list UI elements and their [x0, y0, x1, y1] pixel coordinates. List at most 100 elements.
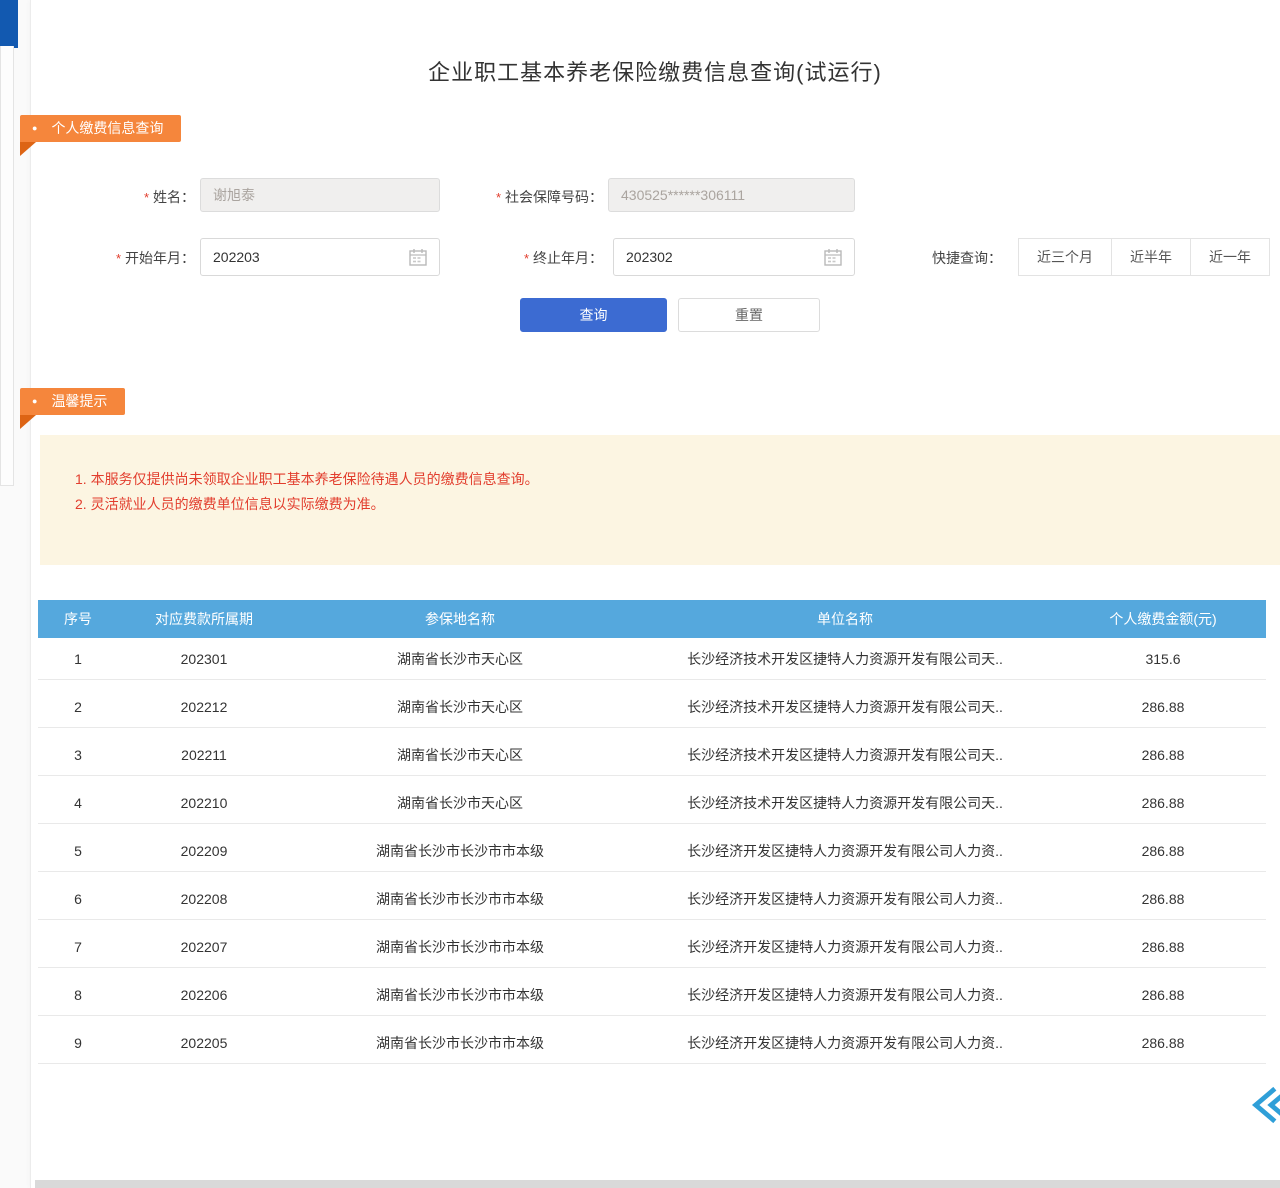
cell-company: 长沙经济技术开发区捷特人力资源开发有限公司天.. [630, 793, 1060, 813]
cell-amount: 286.88 [1060, 843, 1266, 859]
cell-seq: 6 [38, 891, 118, 907]
cell-amount: 286.88 [1060, 987, 1266, 1003]
table-row: 6 202208 湖南省长沙市长沙市市本级 长沙经济开发区捷特人力资源开发有限公… [38, 878, 1266, 920]
notice-line: 1. 本服务仅提供尚未领取企业职工基本养老保险待遇人员的缴费信息查询。 [75, 467, 539, 492]
quick-query-label: 快捷查询： [932, 248, 1002, 268]
section-badge-query-label: 个人缴费信息查询 [51, 120, 163, 136]
cell-company: 长沙经济开发区捷特人力资源开发有限公司人力资.. [630, 1033, 1060, 1053]
table-row: 9 202205 湖南省长沙市长沙市市本级 长沙经济开发区捷特人力资源开发有限公… [38, 1022, 1266, 1064]
cell-company: 长沙经济技术开发区捷特人力资源开发有限公司天.. [630, 649, 1060, 669]
cell-region: 湖南省长沙市长沙市市本级 [290, 841, 630, 861]
table-row: 7 202207 湖南省长沙市长沙市市本级 长沙经济开发区捷特人力资源开发有限公… [38, 926, 1266, 968]
table-header-cell: 对应费款所属期 [118, 609, 290, 629]
quick-range-button[interactable]: 近三个月 [1018, 238, 1112, 276]
cell-amount: 286.88 [1060, 891, 1266, 907]
table-row: 1 202301 湖南省长沙市天心区 长沙经济技术开发区捷特人力资源开发有限公司… [38, 638, 1266, 680]
required-asterisk: * [496, 190, 501, 205]
cell-amount: 286.88 [1060, 747, 1266, 763]
page: 企业职工基本养老保险缴费信息查询(试运行) ● 个人缴费信息查询 *姓名： *社会… [0, 0, 1280, 1188]
cell-seq: 7 [38, 939, 118, 955]
cell-period: 202209 [118, 843, 290, 859]
start-month-label: *开始年月： [75, 248, 195, 268]
end-month-label: *终止年月： [490, 248, 603, 268]
page-title: 企业职工基本养老保险缴费信息查询(试运行) [30, 55, 1280, 87]
cell-seq: 2 [38, 699, 118, 715]
ssn-label: *社会保障号码： [455, 187, 603, 207]
quick-range-button[interactable]: 近半年 [1111, 238, 1191, 276]
table-row: 5 202209 湖南省长沙市长沙市市本级 长沙经济开发区捷特人力资源开发有限公… [38, 830, 1266, 872]
cell-period: 202208 [118, 891, 290, 907]
cell-period: 202207 [118, 939, 290, 955]
table-row: 2 202212 湖南省长沙市天心区 长沙经济技术开发区捷特人力资源开发有限公司… [38, 686, 1266, 728]
cell-seq: 3 [38, 747, 118, 763]
quick-range-button[interactable]: 近一年 [1190, 238, 1270, 276]
cell-amount: 315.6 [1060, 651, 1266, 667]
cell-seq: 8 [38, 987, 118, 1003]
required-asterisk: * [524, 251, 529, 266]
notice-line: 2. 灵活就业人员的缴费单位信息以实际缴费为准。 [75, 492, 539, 517]
section-badge-tips: ● 温馨提示 [20, 388, 125, 415]
cell-region: 湖南省长沙市天心区 [290, 793, 630, 813]
calendar-icon[interactable] [408, 247, 428, 267]
table-header-cell: 序号 [38, 609, 118, 629]
cell-amount: 286.88 [1060, 1035, 1266, 1051]
end-month-input[interactable] [613, 238, 855, 276]
cell-period: 202210 [118, 795, 290, 811]
bullet-icon: ● [32, 388, 37, 415]
table-header-row: 序号对应费款所属期参保地名称单位名称个人缴费金额(元) [38, 600, 1266, 638]
section-badge-query: ● 个人缴费信息查询 [20, 115, 181, 142]
notice-lines: 1. 本服务仅提供尚未领取企业职工基本养老保险待遇人员的缴费信息查询。2. 灵活… [75, 467, 539, 517]
cell-region: 湖南省长沙市长沙市市本级 [290, 1033, 630, 1053]
cell-company: 长沙经济技术开发区捷特人力资源开发有限公司天.. [630, 745, 1060, 765]
table-header-cell: 个人缴费金额(元) [1060, 609, 1266, 629]
cell-region: 湖南省长沙市天心区 [290, 697, 630, 717]
cell-amount: 286.88 [1060, 699, 1266, 715]
cell-company: 长沙经济技术开发区捷特人力资源开发有限公司天.. [630, 697, 1060, 717]
cell-seq: 9 [38, 1035, 118, 1051]
cell-company: 长沙经济开发区捷特人力资源开发有限公司人力资.. [630, 985, 1060, 1005]
table-header-cell: 单位名称 [630, 609, 1060, 629]
cell-region: 湖南省长沙市长沙市市本级 [290, 937, 630, 957]
sidebar-corner-block [0, 0, 18, 48]
cell-company: 长沙经济开发区捷特人力资源开发有限公司人力资.. [630, 841, 1060, 861]
table-row: 3 202211 湖南省长沙市天心区 长沙经济技术开发区捷特人力资源开发有限公司… [38, 734, 1266, 776]
cell-period: 202211 [118, 747, 290, 763]
ssn-input[interactable] [608, 178, 855, 212]
calendar-icon[interactable] [823, 247, 843, 267]
query-button[interactable]: 查询 [520, 298, 667, 332]
collapsed-sidebar[interactable] [0, 46, 14, 486]
name-label: *姓名： [100, 187, 195, 207]
cell-company: 长沙经济开发区捷特人力资源开发有限公司人力资.. [630, 937, 1060, 957]
cell-region: 湖南省长沙市天心区 [290, 745, 630, 765]
cell-period: 202206 [118, 987, 290, 1003]
table-header-cell: 参保地名称 [290, 609, 630, 629]
cell-region: 湖南省长沙市长沙市市本级 [290, 889, 630, 909]
table-body: 1 202301 湖南省长沙市天心区 长沙经济技术开发区捷特人力资源开发有限公司… [38, 638, 1266, 1064]
cell-amount: 286.88 [1060, 939, 1266, 955]
cell-region: 湖南省长沙市长沙市市本级 [290, 985, 630, 1005]
cell-period: 202212 [118, 699, 290, 715]
cell-company: 长沙经济开发区捷特人力资源开发有限公司人力资.. [630, 889, 1060, 909]
cell-period: 202301 [118, 651, 290, 667]
reset-button[interactable]: 重置 [678, 298, 820, 332]
results-table: 序号对应费款所属期参保地名称单位名称个人缴费金额(元) 1 202301 湖南省… [38, 600, 1266, 1070]
table-row: 8 202206 湖南省长沙市长沙市市本级 长沙经济开发区捷特人力资源开发有限公… [38, 974, 1266, 1016]
bullet-icon: ● [32, 115, 37, 142]
table-row: 4 202210 湖南省长沙市天心区 长沙经济技术开发区捷特人力资源开发有限公司… [38, 782, 1266, 824]
cell-region: 湖南省长沙市天心区 [290, 649, 630, 669]
required-asterisk: * [144, 190, 149, 205]
cell-amount: 286.88 [1060, 795, 1266, 811]
section-badge-tips-label: 温馨提示 [51, 393, 107, 409]
name-input[interactable] [200, 178, 440, 212]
ribbon-fold [20, 142, 36, 156]
cell-period: 202205 [118, 1035, 290, 1051]
required-asterisk: * [116, 251, 121, 266]
cell-seq: 1 [38, 651, 118, 667]
quick-query-group: 近三个月近半年近一年 [1018, 238, 1270, 276]
ribbon-fold [20, 415, 36, 429]
collapse-chevron-icon[interactable] [1248, 1082, 1280, 1128]
cell-seq: 4 [38, 795, 118, 811]
bottom-scrollbar[interactable] [35, 1180, 1280, 1188]
start-month-input[interactable] [200, 238, 440, 276]
cell-seq: 5 [38, 843, 118, 859]
